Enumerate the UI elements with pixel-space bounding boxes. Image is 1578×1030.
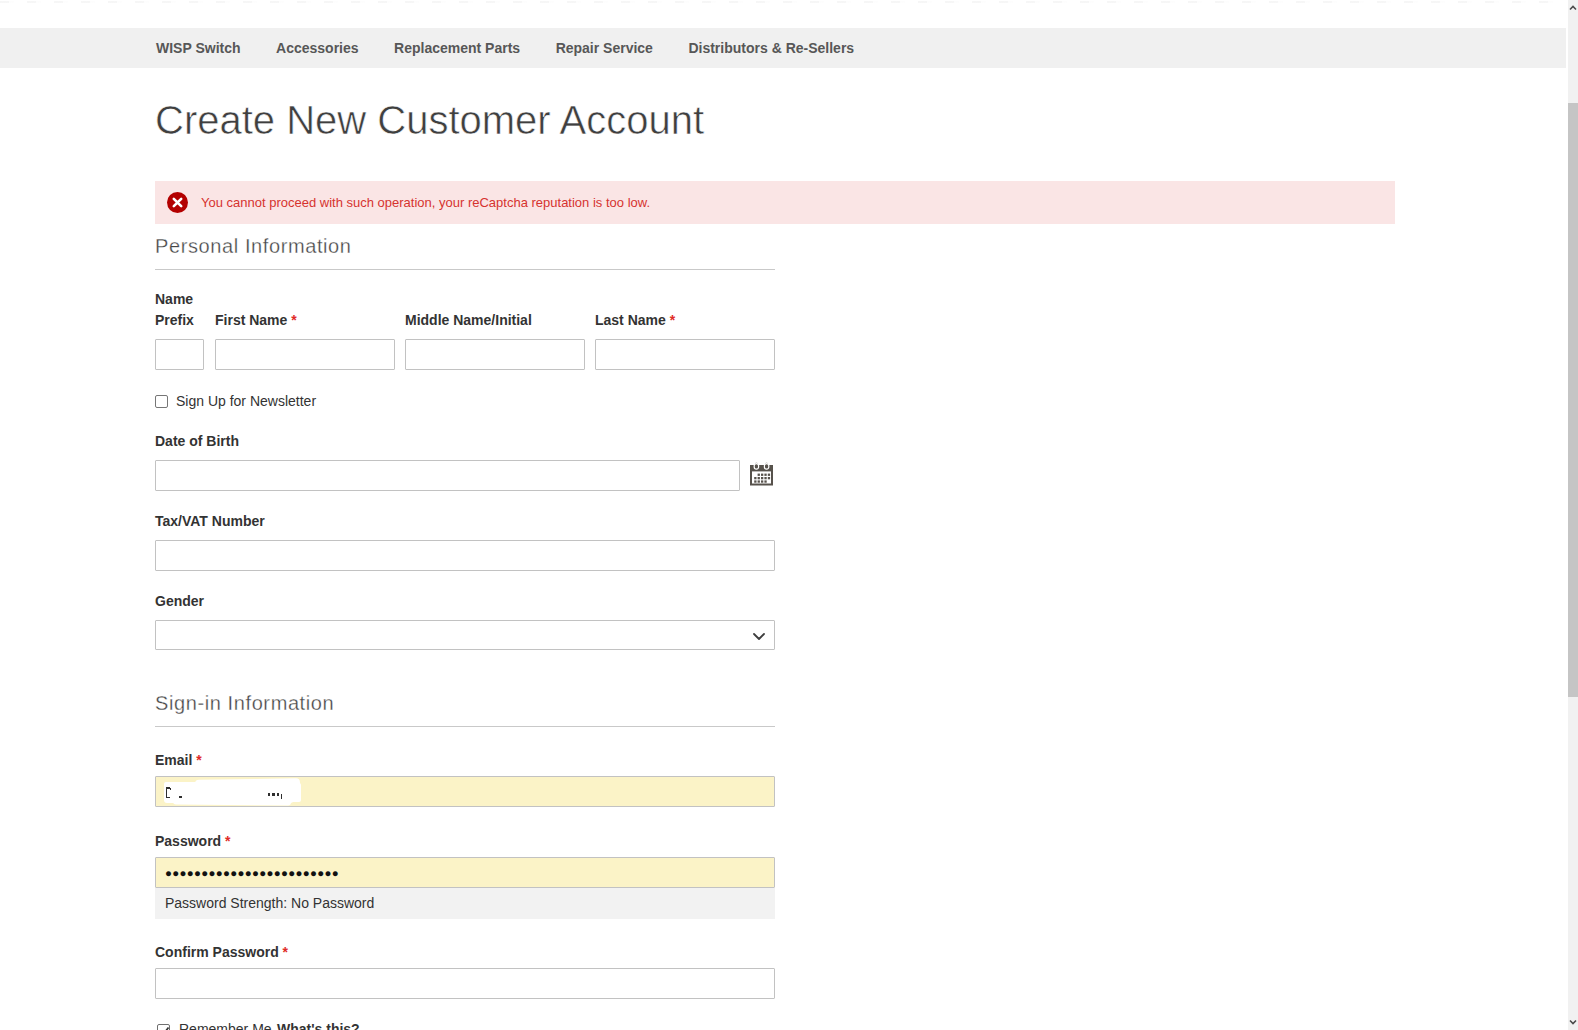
first-name-input[interactable] (215, 339, 395, 370)
newsletter-checkbox[interactable] (155, 395, 168, 408)
nav-item-accessories[interactable]: Accessories (276, 40, 359, 56)
required-asterisk: * (283, 944, 288, 960)
redaction-mark (170, 788, 172, 790)
nav-item-repair-service[interactable]: Repair Service (556, 40, 653, 56)
required-asterisk: * (196, 752, 201, 768)
nav-item-wisp-switch[interactable]: WISP Switch (156, 40, 241, 56)
whats-this-link[interactable]: What's this? (277, 1019, 360, 1030)
last-name-label: Last Name * (595, 310, 775, 331)
main-navigation: WISP Switch Accessories Replacement Part… (0, 28, 1566, 68)
email-field (155, 776, 775, 807)
section-personal-information: Personal Information (155, 231, 775, 270)
redaction-mark (281, 794, 283, 800)
tax-vat-label: Tax/VAT Number (155, 511, 775, 532)
password-field: ●●●●●●●●●●●●●●●●●●●●●●●● (155, 857, 775, 888)
first-name-label: First Name * (215, 310, 395, 331)
field-last-name: Last Name * (595, 310, 775, 370)
calendar-icon[interactable] (750, 462, 773, 486)
required-asterisk: * (291, 312, 296, 328)
redaction-mark (272, 793, 275, 796)
password-masked-value: ●●●●●●●●●●●●●●●●●●●●●●●● (165, 857, 339, 888)
remember-me-checkbox[interactable] (157, 1024, 170, 1030)
nav-item-distributors[interactable]: Distributors & Re-Sellers (688, 40, 854, 56)
email-label: Email * (155, 750, 775, 771)
field-middle-name: Middle Name/Initial (405, 310, 585, 370)
personal-information-heading: Personal Information (155, 231, 775, 269)
name-fields-row: Name Prefix First Name * Middle Name/Ini… (155, 289, 775, 370)
page-title: Create New Customer Account (155, 100, 704, 140)
redaction-mark (277, 793, 280, 796)
redaction-mark (166, 797, 170, 799)
nav-items: WISP Switch Accessories Replacement Part… (0, 28, 1566, 68)
newsletter-row: Sign Up for Newsletter (155, 393, 316, 409)
password-strength-meter: Password Strength: No Password (155, 888, 775, 919)
field-name-prefix: Name Prefix (155, 289, 205, 370)
field-first-name: First Name * (215, 310, 395, 370)
error-cross-circle-icon (167, 192, 188, 213)
password-label: Password * (155, 831, 775, 852)
last-name-input[interactable] (595, 339, 775, 370)
dob-input[interactable] (155, 460, 740, 491)
redaction-blob (287, 783, 301, 802)
required-asterisk: * (225, 833, 230, 849)
dob-label: Date of Birth (155, 431, 775, 452)
redaction-blob (195, 778, 300, 791)
password-strength-text: Password Strength: No Password (155, 888, 775, 919)
middle-name-input[interactable] (405, 339, 585, 370)
middle-name-label: Middle Name/Initial (405, 310, 585, 331)
signin-information-heading: Sign-in Information (155, 688, 775, 726)
page: WISP Switch Accessories Replacement Part… (0, 0, 1578, 1030)
required-asterisk: * (670, 312, 675, 328)
clipped-top-row-artifact (0, 1, 1566, 3)
redaction-mark (268, 793, 271, 796)
section-signin-information: Sign-in Information (155, 688, 775, 727)
name-prefix-label: Name Prefix (155, 289, 205, 331)
nav-item-replacement-parts[interactable]: Replacement Parts (394, 40, 520, 56)
name-prefix-input[interactable] (155, 339, 204, 370)
redaction-mark (179, 796, 182, 798)
redaction-blob (173, 797, 291, 805)
gender-label: Gender (155, 591, 775, 612)
confirm-password-input[interactable] (155, 968, 775, 999)
error-message: You cannot proceed with such operation, … (155, 181, 1395, 224)
vertical-scrollbar[interactable] (1568, 0, 1578, 1030)
tax-vat-input[interactable] (155, 540, 775, 571)
confirm-password-label: Confirm Password * (155, 942, 775, 963)
scrollbar-down-icon[interactable] (1569, 1018, 1577, 1026)
error-message-text: You cannot proceed with such operation, … (201, 181, 650, 224)
scrollbar-thumb[interactable] (1568, 103, 1578, 697)
scrollbar-up-icon[interactable] (1569, 4, 1577, 12)
gender-select[interactable] (155, 620, 775, 650)
remember-me-label[interactable]: Remember Me (179, 1019, 272, 1030)
newsletter-label[interactable]: Sign Up for Newsletter (176, 393, 316, 409)
